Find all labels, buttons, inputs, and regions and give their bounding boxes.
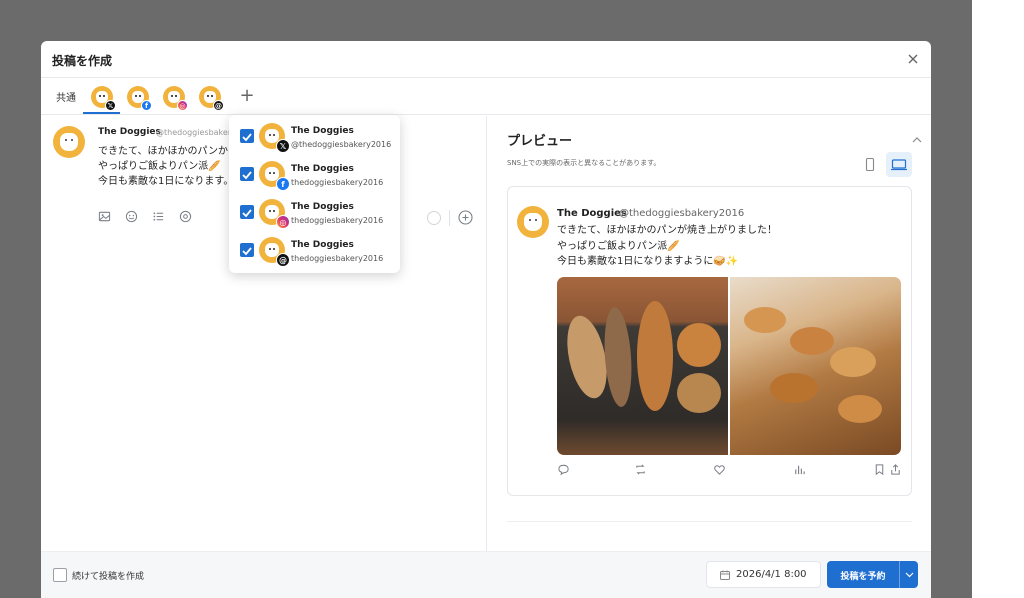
- tab-account-threads[interactable]: @: [199, 86, 224, 111]
- dropdown-avatar: @: [259, 237, 290, 267]
- composer-avatar: [53, 126, 85, 158]
- preview-actions: [557, 463, 903, 479]
- dropdown-account-handle: thedoggiesbakery2016: [291, 254, 384, 263]
- dropdown-item-threads[interactable]: @ The Doggies thedoggiesbakery2016: [229, 231, 400, 269]
- modal-header: 投稿を作成: [41, 41, 931, 78]
- account-tabbar: 共通 𝕏 f ◎ @ +: [41, 78, 931, 115]
- tab-common[interactable]: 共通: [56, 89, 76, 104]
- threads-logo-icon: @: [213, 100, 224, 111]
- instagram-logo-icon: ◎: [276, 215, 290, 229]
- preview-note: SNS上での実際の表示と異なることがあります。: [507, 159, 661, 167]
- preview-pane: プレビュー SNS上での実際の表示と異なることがあります。 The Doggie…: [486, 116, 931, 551]
- schedule-post-button[interactable]: 投稿を予約: [827, 561, 918, 588]
- desktop-view-icon: [891, 159, 907, 171]
- account-checkbox[interactable]: [240, 129, 254, 143]
- dropdown-account-handle: thedoggiesbakery2016: [291, 216, 384, 225]
- add-account-icon[interactable]: +: [238, 87, 256, 105]
- dropdown-account-name: The Doggies: [291, 126, 354, 136]
- schedule-post-label: 投稿を予約: [840, 572, 886, 582]
- dropdown-item-instagram[interactable]: ◎ The Doggies thedoggiesbakery2016: [229, 193, 400, 231]
- close-icon[interactable]: [905, 51, 921, 67]
- like-icon[interactable]: [713, 463, 726, 476]
- facebook-logo-icon: f: [141, 100, 152, 111]
- list-icon[interactable]: [152, 210, 165, 223]
- schedule-date-text: 2026/4/1 8:00: [736, 569, 807, 580]
- create-post-modal: 投稿を作成 共通 𝕏 f ◎ @ + The Doggies @thedoggi…: [41, 41, 931, 598]
- mobile-view-icon[interactable]: [861, 155, 879, 175]
- chevron-up-icon[interactable]: [911, 134, 923, 146]
- bookmark-icon[interactable]: [873, 463, 886, 476]
- dropdown-item-x[interactable]: 𝕏 The Doggies @thedoggiesbakery2016: [229, 117, 400, 155]
- tab-account-facebook[interactable]: f: [127, 86, 152, 111]
- dropdown-avatar: 𝕏: [259, 123, 290, 153]
- dropdown-avatar: ◎: [259, 199, 290, 229]
- check-icon: [242, 209, 252, 218]
- tab-account-instagram[interactable]: ◎: [163, 86, 188, 111]
- divider: [507, 521, 912, 522]
- continue-posting-checkbox[interactable]: [53, 568, 67, 582]
- account-checkbox[interactable]: [240, 243, 254, 257]
- composer-name: The Doggies: [98, 127, 161, 137]
- account-checkbox[interactable]: [240, 205, 254, 219]
- analytics-icon[interactable]: [793, 463, 806, 476]
- calendar-icon: [720, 570, 730, 580]
- bread-photo: [557, 277, 728, 455]
- image-icon[interactable]: [98, 210, 111, 223]
- dropdown-account-name: The Doggies: [291, 240, 354, 250]
- check-icon: [242, 247, 252, 256]
- facebook-logo-icon: f: [276, 177, 290, 191]
- chevron-down-icon: [905, 572, 914, 578]
- dropdown-account-name: The Doggies: [291, 202, 354, 212]
- x-logo-icon: 𝕏: [105, 100, 116, 111]
- modal-footer: 続けて投稿を作成 2026/4/1 8:00 投稿を予約: [41, 551, 931, 598]
- divider: [449, 210, 450, 226]
- desktop-view-button[interactable]: [886, 152, 912, 177]
- reply-icon[interactable]: [557, 463, 570, 476]
- add-thread-icon[interactable]: [458, 210, 473, 225]
- settings-icon[interactable]: [179, 210, 192, 223]
- threads-logo-icon: @: [276, 253, 290, 267]
- bakery-shelf-photo: [730, 277, 901, 455]
- character-count-ring: [427, 211, 441, 225]
- schedule-options-button[interactable]: [899, 561, 918, 588]
- tab-account-x[interactable]: 𝕏: [83, 86, 120, 114]
- instagram-logo-icon: ◎: [177, 100, 188, 111]
- dropdown-account-name: The Doggies: [291, 164, 354, 174]
- composer-textarea[interactable]: できたて、ほかほかのパンか やっぱりご飯よりパン派🥖 今日も素敵な1日になります…: [98, 144, 233, 189]
- preview-post-card: The Doggies @thedoggiesbakery2016 できたて、ほ…: [507, 186, 912, 496]
- account-checkbox[interactable]: [240, 167, 254, 181]
- preview-name: The Doggies: [557, 208, 627, 219]
- preview-avatar: [517, 206, 549, 238]
- preview-images: [557, 277, 901, 455]
- x-logo-icon: 𝕏: [276, 139, 290, 153]
- schedule-date-picker[interactable]: 2026/4/1 8:00: [706, 561, 821, 588]
- composer-handle: @thedoggiesbakery: [156, 128, 236, 137]
- continue-posting-label: 続けて投稿を作成: [72, 572, 145, 582]
- dropdown-account-handle: @thedoggiesbakery2016: [291, 140, 392, 149]
- dropdown-item-facebook[interactable]: f The Doggies thedoggiesbakery2016: [229, 155, 400, 193]
- check-icon: [242, 171, 252, 180]
- preview-text: できたて、ほかほかのパンが焼き上がりました！ やっぱりご飯よりパン派🥖 今日も素…: [557, 225, 777, 267]
- preview-title: プレビュー: [507, 134, 573, 149]
- modal-title: 投稿を作成: [52, 54, 113, 68]
- repost-icon[interactable]: [634, 463, 647, 476]
- dropdown-avatar: f: [259, 161, 290, 191]
- emoji-icon[interactable]: [125, 210, 138, 223]
- composer-toolbar: [98, 210, 192, 223]
- preview-handle: @thedoggiesbakery2016: [619, 208, 745, 219]
- check-icon: [242, 133, 252, 142]
- dropdown-account-handle: thedoggiesbakery2016: [291, 178, 384, 187]
- share-icon[interactable]: [889, 463, 902, 476]
- account-select-dropdown: 𝕏 The Doggies @thedoggiesbakery2016 f Th…: [229, 115, 400, 273]
